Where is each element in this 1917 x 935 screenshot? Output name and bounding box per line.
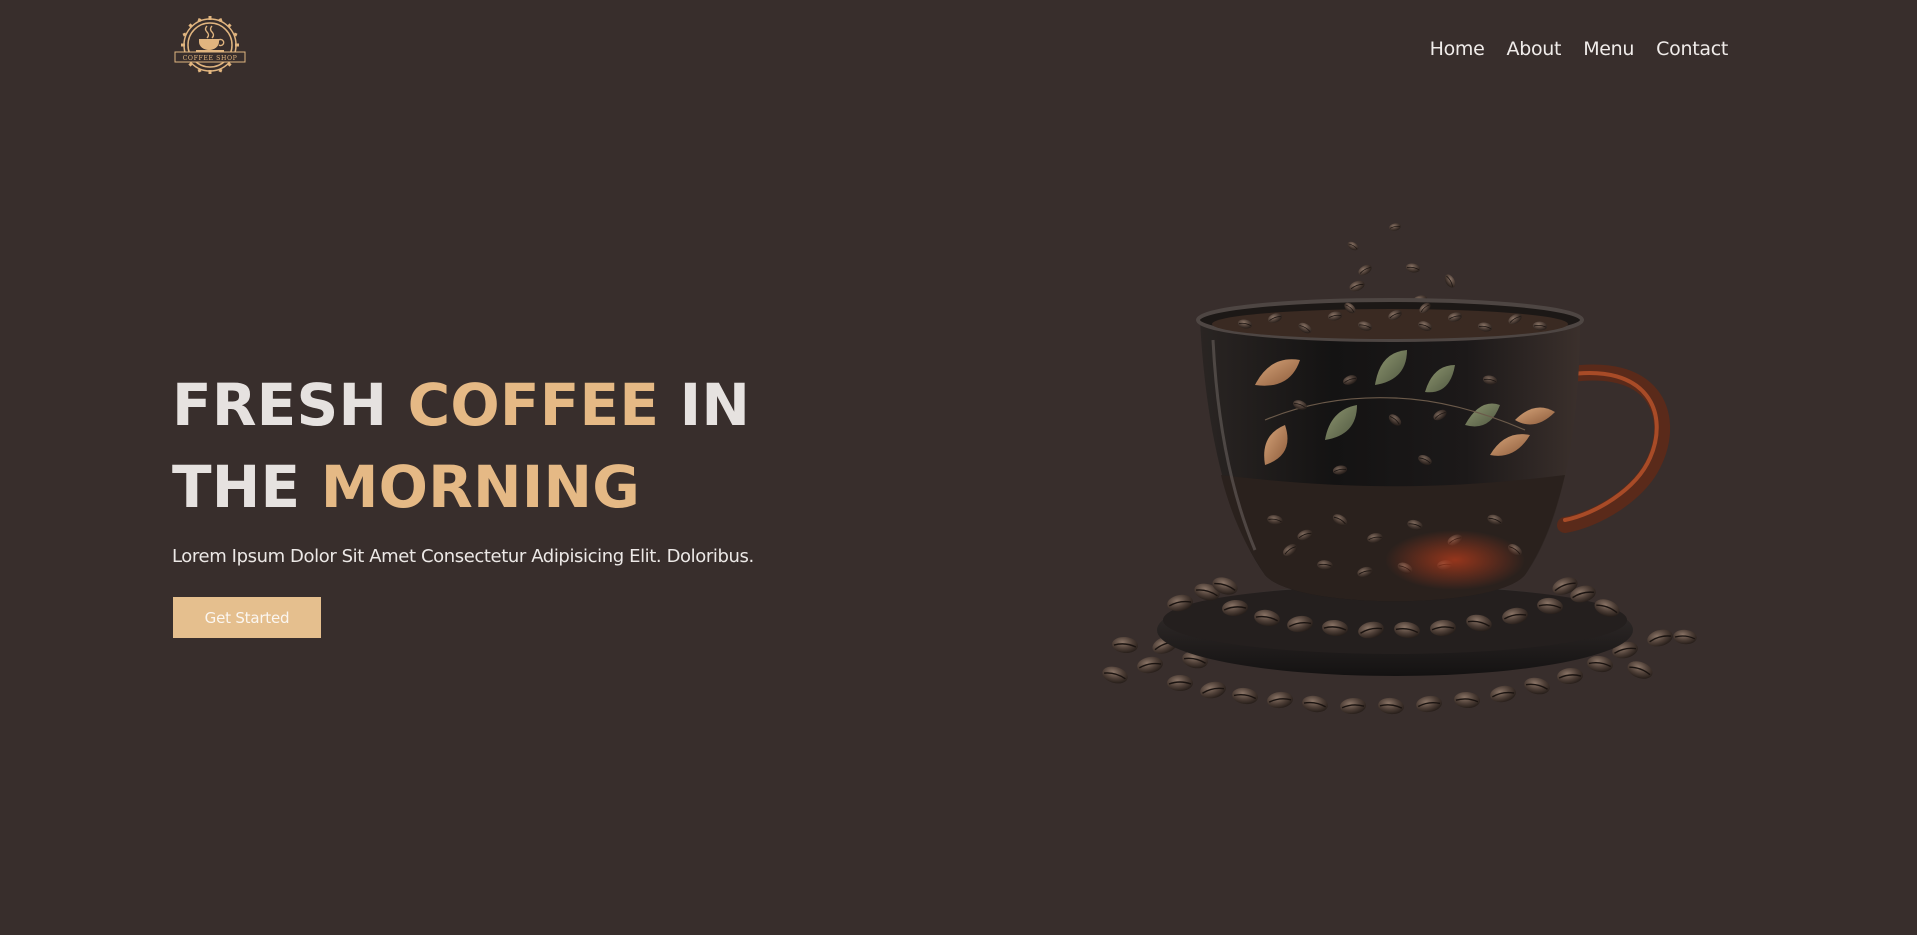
- coffee-shop-logo[interactable]: COFFEE SHOP: [172, 14, 248, 78]
- hero-subtitle: Lorem Ipsum Dolor Sit Amet Consectetur A…: [172, 546, 754, 567]
- hero-title-accent-morning: MORNING: [320, 453, 641, 521]
- nav-home[interactable]: Home: [1430, 36, 1485, 62]
- coffee-cup-icon: [1099, 222, 1698, 717]
- hero-title: FRESH COFFEE IN THE MORNING: [172, 364, 892, 528]
- hero-title-accent-coffee: COFFEE: [407, 371, 660, 439]
- get-started-button[interactable]: Get Started: [173, 597, 321, 638]
- nav-contact[interactable]: Contact: [1656, 36, 1728, 62]
- nav-about[interactable]: About: [1507, 36, 1562, 62]
- nav-menu[interactable]: Menu: [1583, 36, 1634, 62]
- svg-text:COFFEE SHOP: COFFEE SHOP: [183, 55, 238, 62]
- main-nav: Home About Menu Contact: [1430, 36, 1729, 62]
- hero-title-part1: FRESH: [172, 371, 408, 439]
- page: COFFEE SHOP Home About Menu Contact FRES…: [0, 0, 1917, 935]
